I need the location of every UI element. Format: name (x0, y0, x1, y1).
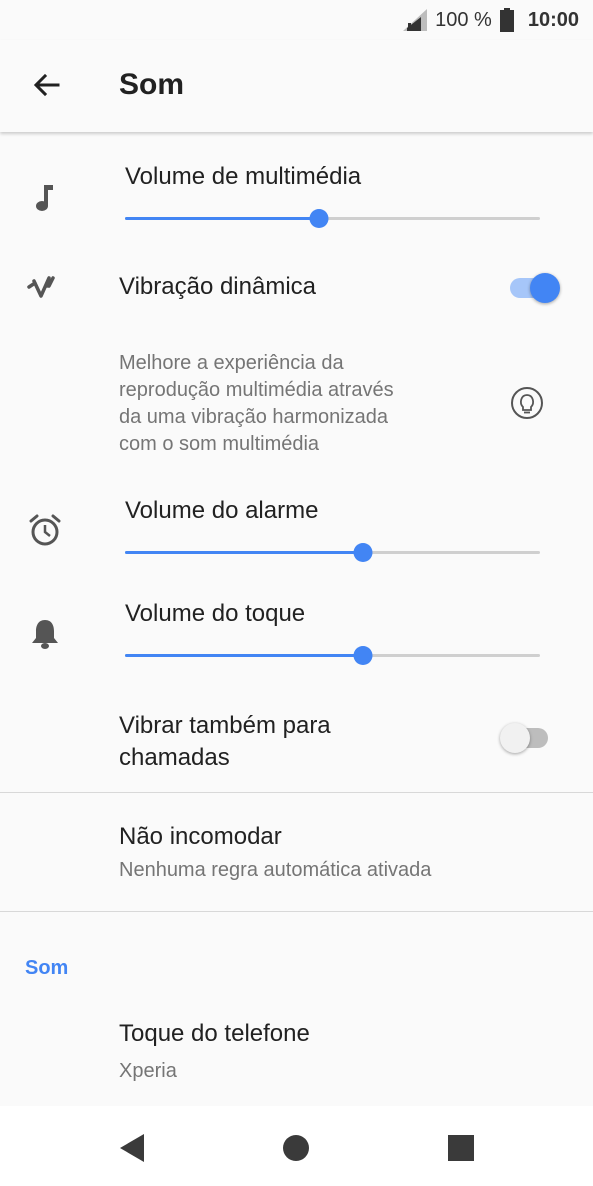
divider (0, 911, 593, 912)
dynamic-vibration-switch[interactable] (510, 273, 560, 303)
description-line: Melhore a experiência da (119, 352, 344, 374)
battery-icon (499, 8, 514, 32)
app-bar: Som (0, 40, 593, 132)
phone-ringtone-label: Toque do telefone (119, 1020, 310, 1047)
switch-knob (500, 723, 530, 753)
vibrate-for-calls-switch[interactable] (500, 723, 548, 753)
slider-thumb[interactable] (353, 646, 373, 665)
ring-volume-label: Volume do toque (125, 600, 306, 627)
label-line: chamadas (119, 744, 230, 771)
slider-thumb[interactable] (353, 543, 373, 562)
navigation-bar (0, 1106, 593, 1186)
dynamic-vibration-label: Vibração dinâmica (119, 273, 317, 300)
back-arrow-icon[interactable] (30, 70, 62, 102)
vibrate-for-calls-label: Vibrar também para chamadas (119, 710, 331, 774)
description-line: reprodução multimédia através (119, 379, 394, 401)
music-note-icon (36, 185, 53, 211)
lightbulb-icon[interactable] (510, 386, 544, 420)
slider-fill (125, 217, 319, 220)
dynamic-vibration-description: Melhore a experiência da reprodução mult… (119, 350, 489, 458)
slider-fill (125, 654, 363, 657)
bell-icon (32, 620, 58, 649)
page-title: Som (119, 68, 185, 101)
section-header-sound: Som (25, 957, 69, 979)
media-volume-slider[interactable] (125, 207, 540, 231)
switch-knob (530, 273, 560, 303)
alarm-clock-icon (29, 514, 61, 546)
divider (0, 792, 593, 793)
do-not-disturb-summary: Nenhuma regra automática ativada (119, 859, 432, 881)
alarm-volume-slider[interactable] (125, 541, 540, 565)
signal-icon (403, 9, 428, 31)
status-bar: 100 % 10:00 (0, 0, 593, 40)
label-line: Vibrar também para (119, 712, 331, 739)
alarm-volume-label: Volume do alarme (125, 497, 319, 524)
description-line: com o som multimédia (119, 433, 320, 455)
back-triangle-icon[interactable] (114, 1130, 150, 1166)
ring-volume-slider[interactable] (125, 644, 540, 668)
battery-percent: 100 % (435, 8, 492, 31)
slider-thumb[interactable] (309, 209, 329, 228)
slider-fill (125, 551, 363, 554)
vibration-icon (27, 276, 55, 298)
description-line: da uma vibração harmonizada (119, 406, 389, 428)
home-circle-icon[interactable] (278, 1130, 314, 1166)
media-volume-label: Volume de multimédia (125, 163, 362, 190)
recents-square-icon[interactable] (443, 1130, 479, 1166)
phone-ringtone-summary: Xperia (119, 1060, 177, 1082)
do-not-disturb-label: Não incomodar (119, 823, 282, 850)
clock: 10:00 (527, 8, 579, 31)
